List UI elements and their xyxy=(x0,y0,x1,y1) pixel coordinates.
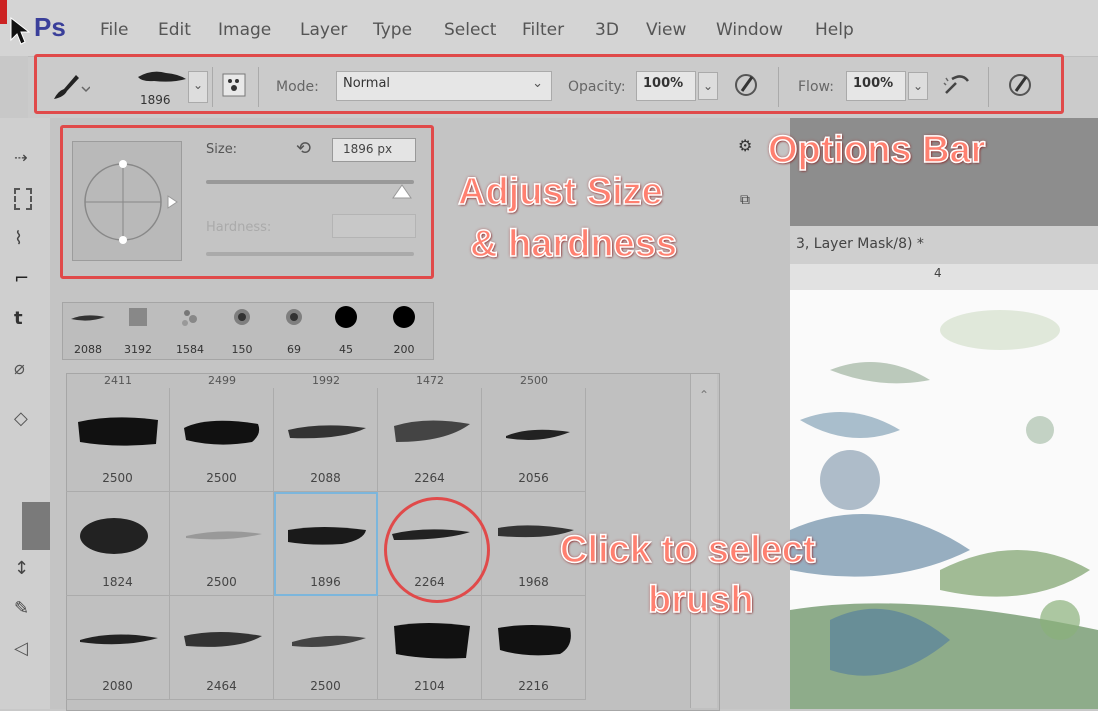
lasso-tool-icon[interactable]: ⌇ xyxy=(14,228,36,250)
canvas-artwork xyxy=(790,310,1098,709)
brush-preset-cell[interactable]: 1824 xyxy=(66,492,170,596)
grid-top-label: 2500 xyxy=(520,374,548,387)
brush-preset-cell[interactable]: 2088 xyxy=(274,388,378,492)
annotation-adjust-size: Adjust Size xyxy=(457,170,663,214)
pen-tool-icon[interactable]: ✎ xyxy=(14,598,36,620)
grid-top-label: 1992 xyxy=(312,374,340,387)
document-tab[interactable]: 3, Layer Mask/8) * xyxy=(790,226,1098,264)
brush-preset-cell[interactable]: 2464 xyxy=(170,596,274,700)
recent-brush[interactable]: 150 xyxy=(219,303,265,359)
shape-tool-icon[interactable]: ◁ xyxy=(14,638,36,660)
size-hardness-highlight xyxy=(60,125,434,279)
recent-brushes: 2088 3192 1584 150 69 45 200 xyxy=(62,302,434,360)
gear-icon[interactable]: ⚙ xyxy=(738,136,752,155)
menu-window[interactable]: Window xyxy=(716,20,783,40)
clone-tool-icon[interactable]: ◇ xyxy=(14,408,36,430)
selected-brush-highlight xyxy=(384,497,490,603)
marquee-tool-icon[interactable] xyxy=(14,188,32,210)
menu-image[interactable]: Image xyxy=(218,20,271,40)
brush-tool-active[interactable] xyxy=(22,502,50,550)
annotation-options-bar: Options Bar xyxy=(767,128,986,172)
brush-preset-cell-selected[interactable]: 1896 xyxy=(274,492,378,596)
grid-top-label: 2499 xyxy=(208,374,236,387)
recent-brush[interactable]: 69 xyxy=(271,303,317,359)
menu-type[interactable]: Type xyxy=(373,20,412,40)
horizontal-ruler: 4 xyxy=(790,264,1098,291)
dodge-tool-icon[interactable]: ↕ xyxy=(14,558,36,580)
recent-brush[interactable]: 1584 xyxy=(167,303,213,359)
menu-file[interactable]: File xyxy=(100,20,128,40)
annotation-brush: brush xyxy=(647,578,754,622)
brush-preset-cell[interactable]: 2264 xyxy=(378,388,482,492)
recent-brush[interactable]: 200 xyxy=(381,303,427,359)
document-canvas[interactable] xyxy=(790,290,1098,709)
brush-preset-cell[interactable]: 2080 xyxy=(66,596,170,700)
annotation-hardness: & hardness xyxy=(469,222,677,266)
new-preset-icon[interactable]: ⧉ xyxy=(740,192,750,208)
recent-brush[interactable]: 2088 xyxy=(65,303,111,359)
brush-preset-cell[interactable]: 2500 xyxy=(274,596,378,700)
mouse-cursor-icon xyxy=(10,16,31,45)
menu-3d[interactable]: 3D xyxy=(595,20,619,40)
brush-preset-cell[interactable]: 2500 xyxy=(170,388,274,492)
grid-top-label: 1472 xyxy=(416,374,444,387)
grid-top-label: 2411 xyxy=(104,374,132,387)
move-tool-icon[interactable]: ⇢ xyxy=(14,148,36,170)
app-logo[interactable]: Ps xyxy=(34,12,66,43)
brush-preset-cell[interactable]: 2056 xyxy=(482,388,586,492)
recent-brush[interactable]: 3192 xyxy=(115,303,161,359)
menu-bar: Ps File Edit Image Layer Type Select Fil… xyxy=(0,0,1098,56)
brush-preset-cell[interactable]: 2104 xyxy=(378,596,482,700)
crop-tool-icon[interactable]: ⌐ xyxy=(14,268,36,290)
ruler-mark: 4 xyxy=(934,266,942,280)
brush-preset-cell[interactable]: 2500 xyxy=(170,492,274,596)
eraser-tool-icon[interactable]: ⌀ xyxy=(14,358,36,380)
menu-layer[interactable]: Layer xyxy=(300,20,347,40)
recent-brush[interactable]: 45 xyxy=(323,303,369,359)
menu-help[interactable]: Help xyxy=(815,20,854,40)
options-bar-highlight xyxy=(34,54,1064,114)
menu-view[interactable]: View xyxy=(646,20,686,40)
menu-filter[interactable]: Filter xyxy=(522,20,564,40)
menu-select[interactable]: Select xyxy=(444,20,496,40)
document-tab-title: 3, Layer Mask/8) * xyxy=(796,236,924,252)
menu-edit[interactable]: Edit xyxy=(158,20,191,40)
brush-preset-cell[interactable]: 2216 xyxy=(482,596,586,700)
tools-panel: ⇢ ⌇ ⌐ t ⌀ ◇ ↕ ✎ ◁ xyxy=(0,118,51,709)
chevron-up-icon[interactable]: ⌃ xyxy=(699,388,709,402)
brush-preset-cell[interactable]: 2500 xyxy=(66,388,170,492)
type-tool-icon[interactable]: t xyxy=(14,308,36,330)
annotation-click-select: Click to select xyxy=(559,528,816,572)
corner-marker xyxy=(0,0,7,24)
